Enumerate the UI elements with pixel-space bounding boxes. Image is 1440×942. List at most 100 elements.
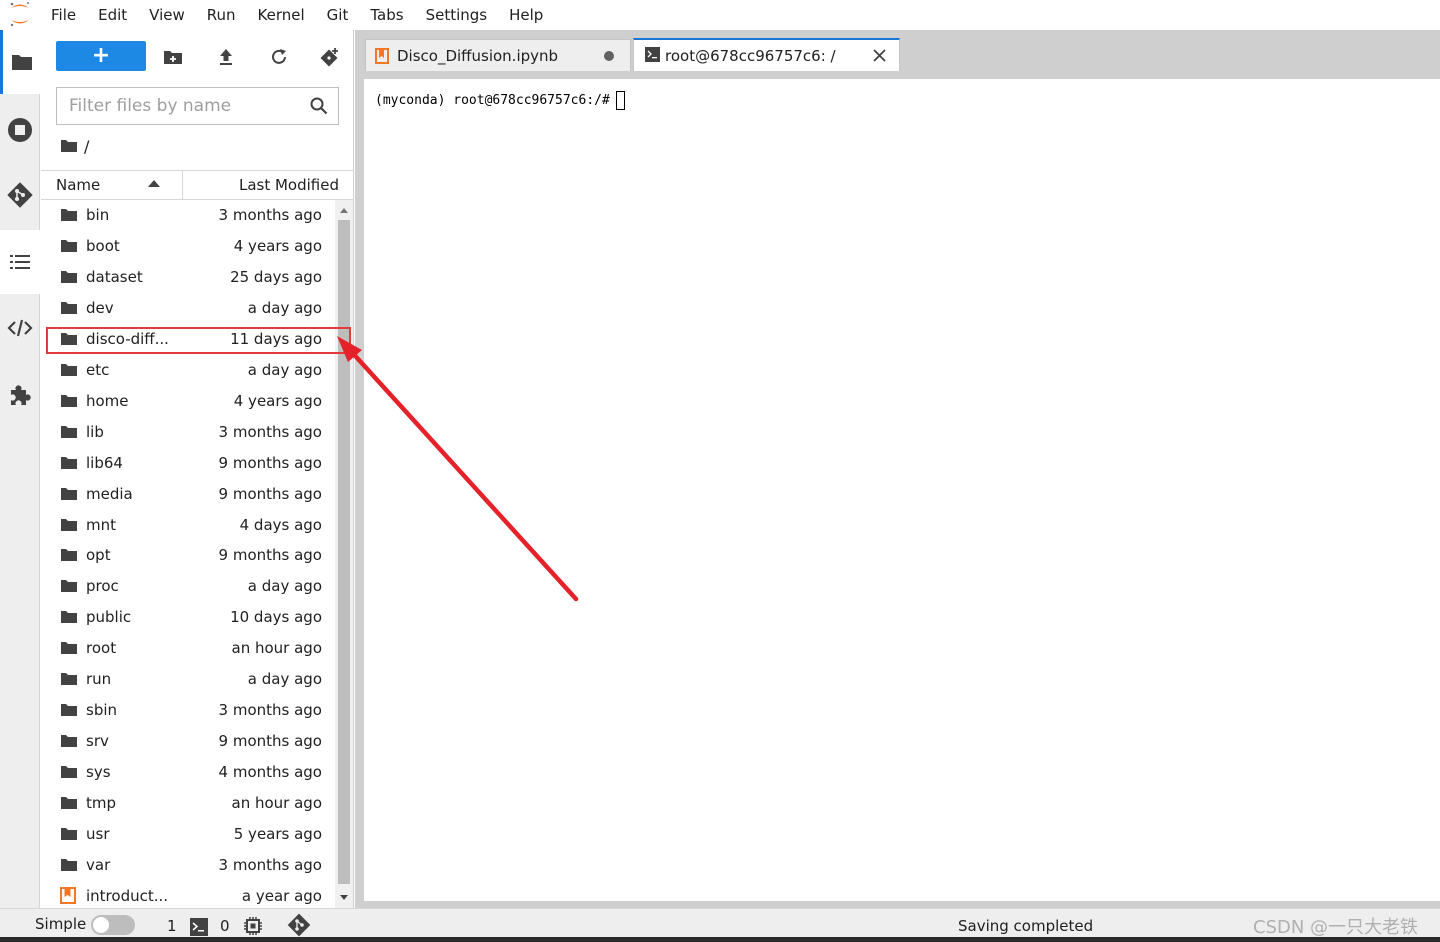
file-row[interactable]: mnt 4 days ago [41,510,335,541]
git-icon [7,182,33,208]
file-modified: 9 months ago [218,484,322,503]
menu-run[interactable]: Run [196,0,247,30]
file-name: sbin [86,701,118,720]
folder-icon [61,456,77,469]
breadcrumb-root[interactable]: / [84,137,89,156]
file-name: usr [86,825,110,843]
file-modified: a year ago [241,886,322,905]
file-browser-tab[interactable] [0,30,40,94]
file-row[interactable]: etc a day ago [41,355,335,386]
watermark-text: CSDN @一只大老铁 [1253,917,1419,938]
tab-terminal[interactable]: root@678cc96757c6: / [633,38,900,71]
file-modified: an hour ago [231,639,322,658]
file-modified: 9 months ago [218,453,322,472]
simple-mode-toggle[interactable] [91,915,135,935]
file-list-header: Name Last Modified [41,170,354,200]
file-modified: a day ago [247,670,322,689]
file-row[interactable]: proc a day ago [41,571,335,602]
file-name: boot [86,236,120,255]
menu-edit[interactable]: Edit [87,0,138,30]
name-column-header[interactable]: Name [41,171,183,199]
menu-kernel[interactable]: Kernel [247,0,316,30]
file-modified: a day ago [247,577,322,596]
file-row[interactable]: root an hour ago [41,633,335,664]
tab-disco-diffusion-notebook[interactable]: Disco_Diffusion.ipynb [365,39,631,71]
scrollbar-thumb[interactable] [338,220,350,884]
file-row[interactable]: lib64 9 months ago [41,448,335,479]
file-row[interactable]: srv 9 months ago [41,726,335,757]
jupyter-logo-icon [0,0,40,30]
file-row[interactable]: introduct... a year ago [41,881,335,908]
menu-view[interactable]: View [138,0,196,30]
unsaved-dot-icon[interactable] [604,51,614,61]
file-name: dataset [86,267,143,286]
file-row[interactable]: opt 9 months ago [41,540,335,571]
folder-icon [61,487,77,500]
file-row[interactable]: home 4 years ago [41,386,335,417]
document-tab-bar: Disco_Diffusion.ipynb root@678cc96757c6:… [355,30,1440,71]
new-launcher-button[interactable]: + [56,41,146,71]
simple-mode-label: Simple [35,915,87,933]
file-row[interactable]: run a day ago [41,664,335,695]
file-row[interactable]: tmp an hour ago [41,788,335,819]
folder-icon [61,735,77,748]
menu-tabs[interactable]: Tabs [359,0,414,30]
file-row[interactable]: bin 3 months ago [41,200,335,231]
terminal-prompt-line: (myconda) root@678cc96757c6:/# [375,91,625,110]
table-of-contents-tab[interactable] [0,230,40,294]
kernel-chip-icon[interactable] [243,916,263,936]
file-modified: 4 years ago [233,236,322,255]
terminal-cursor [615,91,625,110]
file-name: dev [86,298,114,317]
menu-help[interactable]: Help [498,0,554,30]
file-name: etc [86,360,110,379]
filter-files-field[interactable] [56,87,339,125]
filter-files-input[interactable] [69,96,299,116]
home-folder-icon[interactable] [60,139,78,153]
scroll-down-icon[interactable] [340,895,348,900]
file-row[interactable]: dataset 25 days ago [41,262,335,293]
git-icon[interactable] [287,913,311,937]
notebook-icon [60,886,76,904]
menu-git[interactable]: Git [316,0,360,30]
extension-manager-tab[interactable] [0,363,40,427]
terminals-count: 1 [167,917,177,935]
file-row[interactable]: usr 5 years ago [41,819,335,850]
file-modified: an hour ago [231,794,322,813]
running-sessions-tab[interactable] [0,98,40,162]
terminal-panel[interactable]: (myconda) root@678cc96757c6:/# [364,79,1440,901]
menu-settings[interactable]: Settings [415,0,499,30]
close-icon[interactable] [873,49,886,62]
folder-icon [61,858,77,871]
git-tab[interactable] [0,163,40,227]
file-row[interactable]: dev a day ago [41,293,335,324]
file-name: mnt [86,515,116,534]
menu-file[interactable]: File [40,0,87,30]
git-clone-button[interactable] [316,43,344,71]
file-row[interactable]: media 9 months ago [41,479,335,510]
puzzle-icon [11,385,31,405]
file-row[interactable]: sbin 3 months ago [41,695,335,726]
scroll-up-icon[interactable] [340,208,348,213]
file-row[interactable]: var 3 months ago [41,850,335,881]
upload-button[interactable] [212,43,240,71]
terminal-icon[interactable] [190,918,208,936]
file-row[interactable]: public 10 days ago [41,602,335,633]
file-row[interactable]: lib 3 months ago [41,417,335,448]
last-modified-column-header[interactable]: Last Modified [239,171,339,199]
new-folder-button[interactable] [159,43,187,71]
file-modified: 9 months ago [218,546,322,565]
refresh-button[interactable] [265,43,293,71]
search-icon [310,97,328,115]
file-list-scrollbar[interactable] [335,200,353,908]
folder-icon [61,518,77,531]
kernels-count: 0 [220,917,230,935]
property-inspector-tab[interactable] [0,296,40,360]
tab-label: Disco_Diffusion.ipynb [397,47,559,65]
file-name: srv [86,732,109,751]
file-row[interactable]: sys 4 months ago [41,757,335,788]
folder-icon [61,270,77,283]
file-row[interactable]: boot 4 years ago [41,231,335,262]
file-name: opt [86,546,111,565]
file-modified: 5 years ago [233,825,322,843]
